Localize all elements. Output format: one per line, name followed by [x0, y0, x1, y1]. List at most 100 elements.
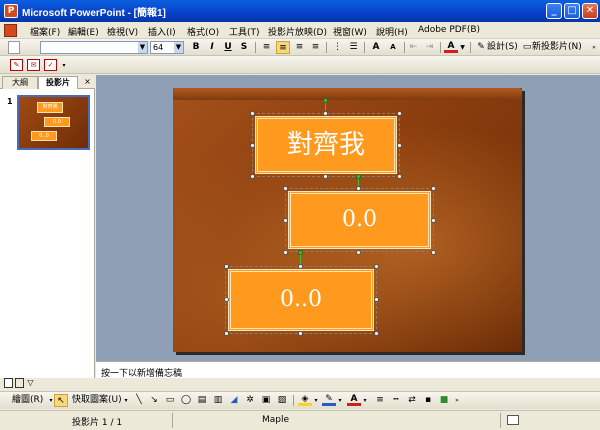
notes-pane[interactable]: 按一下以新增備忘稿: [96, 361, 600, 379]
pdf-convert-icon[interactable]: ✎: [10, 59, 23, 71]
grow-font-button[interactable]: A: [369, 41, 383, 54]
font-size-combo[interactable]: 64 ▼: [150, 41, 184, 54]
align-right-icon[interactable]: ≡: [293, 41, 306, 54]
menu-tools[interactable]: 工具(T): [229, 25, 260, 38]
chevron-down-icon[interactable]: ▾: [313, 394, 319, 407]
new-slide-button[interactable]: 新投影片(N): [532, 41, 588, 54]
justify-icon[interactable]: ≡: [309, 41, 322, 54]
resize-handle[interactable]: [283, 186, 288, 191]
toolbar-options-icon[interactable]: »: [590, 41, 598, 54]
menu-edit[interactable]: 編輯(E): [68, 25, 99, 38]
resize-handle[interactable]: [431, 250, 436, 255]
resize-handle[interactable]: [250, 143, 255, 148]
resize-handle[interactable]: [431, 186, 436, 191]
clipart-icon[interactable]: ▣: [260, 394, 272, 407]
new-document-icon[interactable]: [8, 41, 20, 54]
decrease-indent-icon[interactable]: ⇤: [407, 41, 420, 54]
resize-handle[interactable]: [374, 297, 379, 302]
powerpoint-app-icon[interactable]: P: [4, 4, 18, 18]
rectangle-tool-icon[interactable]: ▭: [164, 394, 176, 407]
minimize-button[interactable]: _: [546, 3, 562, 19]
shadow-button[interactable]: S: [238, 41, 250, 54]
draw-menu-button[interactable]: 繪圖(R): [12, 394, 48, 407]
resize-handle[interactable]: [250, 174, 255, 179]
resize-handle[interactable]: [250, 111, 255, 116]
align-left-icon[interactable]: ≡: [260, 41, 273, 54]
resize-handle[interactable]: [283, 250, 288, 255]
rotation-handle[interactable]: [323, 98, 328, 103]
menu-help[interactable]: 說明(H): [376, 25, 408, 38]
resize-handle[interactable]: [224, 331, 229, 336]
tab-outline[interactable]: 大綱: [2, 76, 38, 89]
bold-button[interactable]: B: [190, 41, 202, 54]
normal-view-icon[interactable]: [4, 378, 13, 388]
rotation-handle[interactable]: [356, 174, 361, 179]
resize-handle[interactable]: [224, 264, 229, 269]
menu-format[interactable]: 格式(O): [187, 25, 219, 38]
resize-handle[interactable]: [298, 331, 303, 336]
toolbar-options-icon[interactable]: »: [453, 394, 461, 407]
resize-handle[interactable]: [374, 264, 379, 269]
select-pointer-icon[interactable]: ↖: [54, 394, 68, 407]
arrow-tool-icon[interactable]: ↘: [148, 394, 160, 407]
autoshapes-button[interactable]: 快取圖案(U): [72, 394, 122, 407]
font-color-button[interactable]: A: [444, 41, 458, 53]
align-center-icon[interactable]: ≡: [276, 41, 290, 54]
pdf-email-icon[interactable]: ✉: [27, 59, 40, 71]
shadow-style-icon[interactable]: ▪: [422, 394, 434, 407]
textbox-tool-icon[interactable]: ▤: [196, 394, 208, 407]
design-button[interactable]: 設計(S): [487, 41, 518, 54]
3d-style-icon[interactable]: ■: [438, 394, 450, 407]
resize-handle[interactable]: [323, 111, 328, 116]
fill-color-icon[interactable]: ◈: [298, 394, 312, 406]
close-button[interactable]: ✕: [582, 3, 598, 19]
menu-insert[interactable]: 插入(I): [148, 25, 176, 38]
resize-handle[interactable]: [356, 250, 361, 255]
resize-handle[interactable]: [356, 186, 361, 191]
vertical-textbox-icon[interactable]: ▥: [212, 394, 224, 407]
resize-handle[interactable]: [397, 111, 402, 116]
line-style-icon[interactable]: ≡: [374, 394, 386, 407]
resize-handle[interactable]: [431, 218, 436, 223]
numbered-list-icon[interactable]: ⋮: [331, 41, 344, 54]
dash-style-icon[interactable]: ┅: [390, 394, 402, 407]
rotation-handle[interactable]: [298, 250, 303, 255]
spelling-check-icon[interactable]: [507, 415, 519, 425]
pdf-review-icon[interactable]: ✓: [44, 59, 57, 71]
shrink-font-button[interactable]: A: [386, 41, 400, 54]
line-color-icon[interactable]: ✎: [322, 394, 336, 406]
tab-slides[interactable]: 投影片: [38, 76, 78, 89]
resize-handle[interactable]: [224, 297, 229, 302]
menu-adobe-pdf[interactable]: Adobe PDF(B): [418, 25, 480, 35]
menu-slideshow[interactable]: 投影片放映(D): [268, 25, 327, 38]
slide-thumbnail[interactable]: 對齊我 0.0 0..0: [17, 95, 90, 150]
bullet-list-icon[interactable]: ☰: [347, 41, 360, 54]
maximize-button[interactable]: □: [564, 3, 580, 19]
close-icon[interactable]: ×: [82, 76, 93, 89]
chevron-down-icon[interactable]: ▾: [362, 394, 368, 407]
font-name-combo[interactable]: ▼: [40, 41, 148, 54]
resize-handle[interactable]: [397, 174, 402, 179]
italic-button[interactable]: I: [206, 41, 218, 54]
oval-tool-icon[interactable]: ◯: [180, 394, 192, 407]
resize-handle[interactable]: [323, 174, 328, 179]
chevron-down-icon[interactable]: ▼: [459, 41, 466, 54]
menu-view[interactable]: 檢視(V): [107, 25, 138, 38]
arrow-style-icon[interactable]: ⇄: [406, 394, 418, 407]
line-tool-icon[interactable]: ╲: [133, 394, 145, 407]
resize-handle[interactable]: [374, 331, 379, 336]
wordart-icon[interactable]: ◢: [228, 394, 240, 407]
chevron-down-icon[interactable]: ▼: [174, 42, 183, 53]
resize-handle[interactable]: [298, 264, 303, 269]
menu-window[interactable]: 視窗(W): [333, 25, 367, 38]
picture-icon[interactable]: ▨: [276, 394, 288, 407]
resize-handle[interactable]: [397, 143, 402, 148]
slide[interactable]: 對齊我 0.0 0..0: [173, 88, 522, 352]
document-icon[interactable]: [4, 24, 17, 37]
chevron-down-icon[interactable]: ▼: [138, 42, 147, 53]
text-color-icon[interactable]: A: [347, 394, 361, 406]
slide-sorter-icon[interactable]: [15, 378, 24, 388]
underline-button[interactable]: U: [222, 41, 234, 54]
chevron-down-icon[interactable]: ▾: [337, 394, 343, 407]
menu-file[interactable]: 檔案(F): [30, 25, 60, 38]
